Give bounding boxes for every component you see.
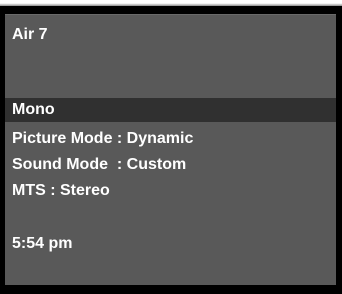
mts-label: MTS : Stereo xyxy=(12,182,110,199)
clock-label: 5:54 pm xyxy=(12,235,73,252)
sound-mode-label: Sound Mode : Custom xyxy=(12,156,187,173)
picture-mode-label: Picture Mode : Dynamic xyxy=(12,130,194,147)
channel-label: Air 7 xyxy=(12,26,48,43)
audio-mode-row: Mono xyxy=(5,98,336,122)
bottom-bezel xyxy=(5,285,336,294)
osd-panel: Air 7 Mono Picture Mode : Dynamic Sound … xyxy=(5,14,336,286)
